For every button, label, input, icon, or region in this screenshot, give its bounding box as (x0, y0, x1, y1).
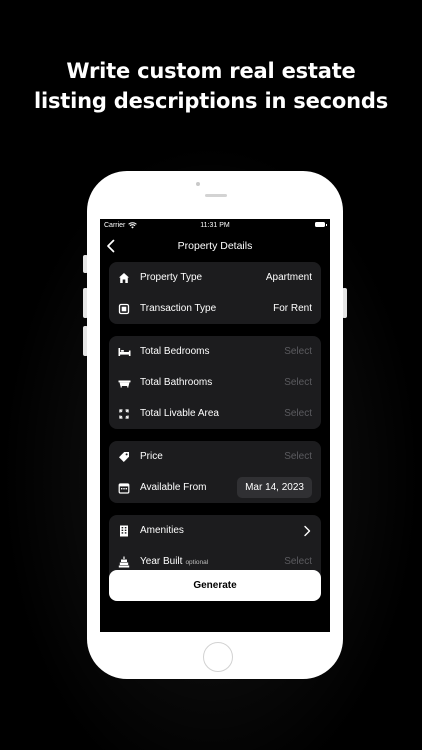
available-from-label: Available From (140, 482, 207, 493)
headline-line-1: Write custom real estate (66, 59, 356, 83)
transaction-type-label: Transaction Type (140, 303, 217, 314)
total-bathrooms-row[interactable]: Total Bathrooms Select (109, 367, 321, 398)
year-built-value: Select (284, 556, 312, 567)
transaction-type-value: For Rent (273, 303, 312, 314)
building-icon (117, 524, 131, 538)
front-camera (196, 182, 200, 186)
available-from-date-picker[interactable]: Mar 14, 2023 (237, 477, 312, 498)
year-built-label-text: Year Built (140, 556, 183, 567)
total-livable-area-row[interactable]: Total Livable Area Select (109, 398, 321, 429)
marketing-headline: Write custom real estate listing descrip… (0, 56, 422, 116)
calendar-icon (117, 481, 131, 495)
page-title: Property Details (177, 240, 253, 252)
amenities-row[interactable]: Amenities (109, 515, 321, 546)
generate-button[interactable]: Generate (109, 570, 321, 601)
pricing-section: Price Select Available From Mar 14, 2023 (109, 441, 321, 503)
total-bedrooms-value: Select (284, 346, 312, 357)
chevron-right-icon (303, 525, 311, 537)
property-type-label: Property Type (140, 272, 203, 283)
property-section: Property Type Apartment Transaction Type… (109, 262, 321, 324)
property-type-value: Apartment (265, 272, 312, 283)
total-bedrooms-label: Total Bedrooms (140, 346, 210, 357)
total-bathrooms-value: Select (284, 377, 312, 388)
battery-icon (315, 222, 327, 227)
year-built-label: Year Built optional (140, 556, 208, 567)
earpiece-speaker (205, 194, 227, 197)
area-icon (117, 407, 131, 421)
total-bathrooms-label: Total Bathrooms (140, 377, 213, 388)
status-bar: Carrier 11:31 PM (100, 219, 330, 233)
headline-line-2: listing descriptions in seconds (33, 89, 389, 113)
total-livable-area-label: Total Livable Area (140, 408, 219, 419)
bathtub-icon (117, 376, 131, 390)
total-bedrooms-row[interactable]: Total Bedrooms Select (109, 336, 321, 367)
cake-icon (117, 555, 131, 569)
price-tag-icon (117, 450, 131, 464)
app-screen: Carrier 11:31 PM Property Details Proper… (100, 219, 330, 632)
status-time: 11:31 PM (200, 222, 230, 229)
property-type-row[interactable]: Property Type Apartment (109, 262, 321, 293)
transaction-type-row[interactable]: Transaction Type For Rent (109, 293, 321, 324)
house-icon (117, 271, 131, 285)
bed-icon (117, 345, 131, 359)
price-value: Select (284, 451, 312, 462)
price-row[interactable]: Price Select (109, 441, 321, 472)
price-label: Price (140, 451, 163, 462)
available-from-row: Available From Mar 14, 2023 (109, 472, 321, 503)
total-livable-area-value: Select (284, 408, 312, 419)
transaction-icon (117, 302, 131, 316)
amenities-label: Amenities (140, 525, 184, 536)
rooms-section: Total Bedrooms Select Total Bathrooms Se… (109, 336, 321, 429)
home-button[interactable] (203, 642, 233, 672)
navigation-bar: Property Details (100, 235, 330, 257)
optional-note: optional (185, 559, 209, 566)
